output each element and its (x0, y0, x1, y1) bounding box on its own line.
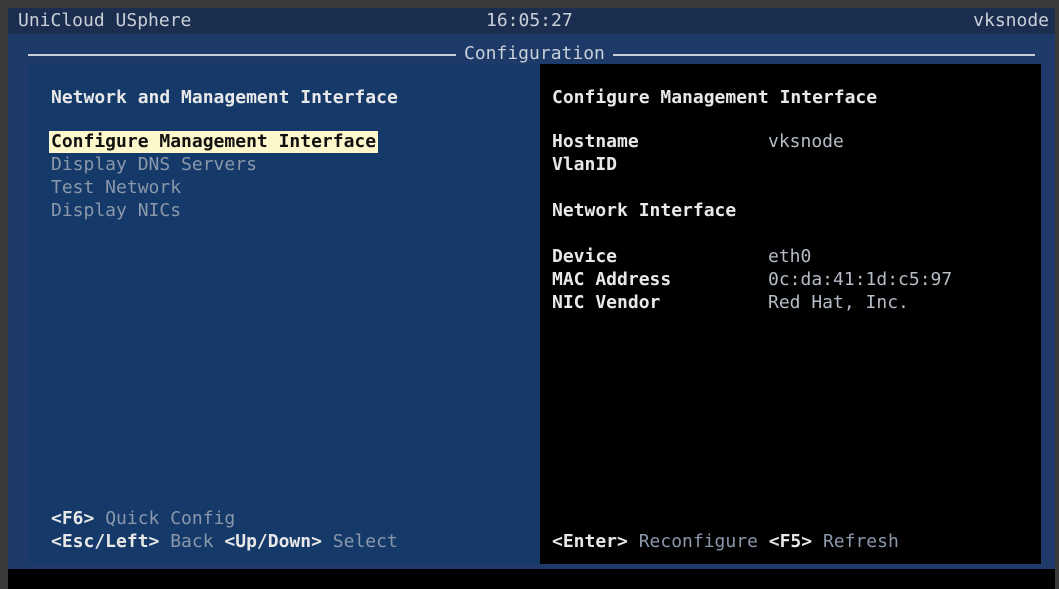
vlanid-field-label: VlanID (552, 154, 618, 175)
quick-config-label: Quick Config (94, 508, 236, 529)
f6-key: <F6> (51, 508, 95, 529)
hostname-field-label: Hostname (552, 131, 639, 152)
mac-address-field-value: 0c:da:41:1d:c5:97 (768, 269, 953, 290)
refresh-label: Refresh (812, 531, 899, 552)
menu-item-display-dns-servers[interactable]: Display DNS Servers (51, 154, 257, 176)
clock: 16:05:27 (486, 10, 573, 31)
nic-vendor-field-value: Red Hat, Inc. (768, 292, 909, 313)
status-bar: UniCloud USphere 16:05:27 vksnode (8, 8, 1055, 34)
left-panel: Network and Management Interface Configu… (28, 64, 540, 564)
mac-address-field-label: MAC Address (552, 269, 672, 290)
console-screen: UniCloud USphere 16:05:27 vksnode Config… (8, 8, 1055, 589)
bottom-strip (8, 569, 1055, 589)
left-panel-heading: Network and Management Interface (51, 87, 398, 108)
footer-nav-hints: <Esc/Left> Back <Up/Down> Select (51, 531, 398, 553)
right-panel-heading: Configure Management Interface (552, 87, 878, 108)
device-field-value: eth0 (768, 246, 812, 267)
esc-left-key: <Esc/Left> (51, 531, 160, 552)
f5-key: <F5> (768, 531, 813, 552)
configuration-frame: Configuration Network and Management Int… (8, 34, 1055, 569)
up-down-key: <Up/Down> (224, 531, 322, 552)
menu-item-display-nics[interactable]: Display NICs (51, 200, 181, 222)
footer-quick-config[interactable]: <F6> Quick Config (51, 508, 235, 530)
right-footer-hints: <Enter> Reconfigure <F5> Refresh (552, 531, 899, 553)
select-label: Select (321, 531, 398, 552)
hostname-field-value: vksnode (768, 131, 844, 152)
menu-item-configure-management-interface[interactable]: Configure Management Interface (49, 131, 379, 153)
menu-item-test-network[interactable]: Test Network (51, 177, 181, 199)
enter-key: <Enter> (552, 531, 628, 552)
right-panel: Configure Management Interface Hostname … (540, 64, 1041, 564)
reconfigure-label: Reconfigure (627, 531, 769, 552)
frame-title: Configuration (456, 42, 613, 66)
back-label: Back (159, 531, 225, 552)
hostname-label: vksnode (973, 10, 1049, 31)
nic-vendor-field-label: NIC Vendor (552, 292, 661, 313)
network-interface-heading: Network Interface (552, 200, 737, 221)
brand-label: UniCloud USphere (18, 10, 192, 31)
device-field-label: Device (552, 246, 618, 267)
